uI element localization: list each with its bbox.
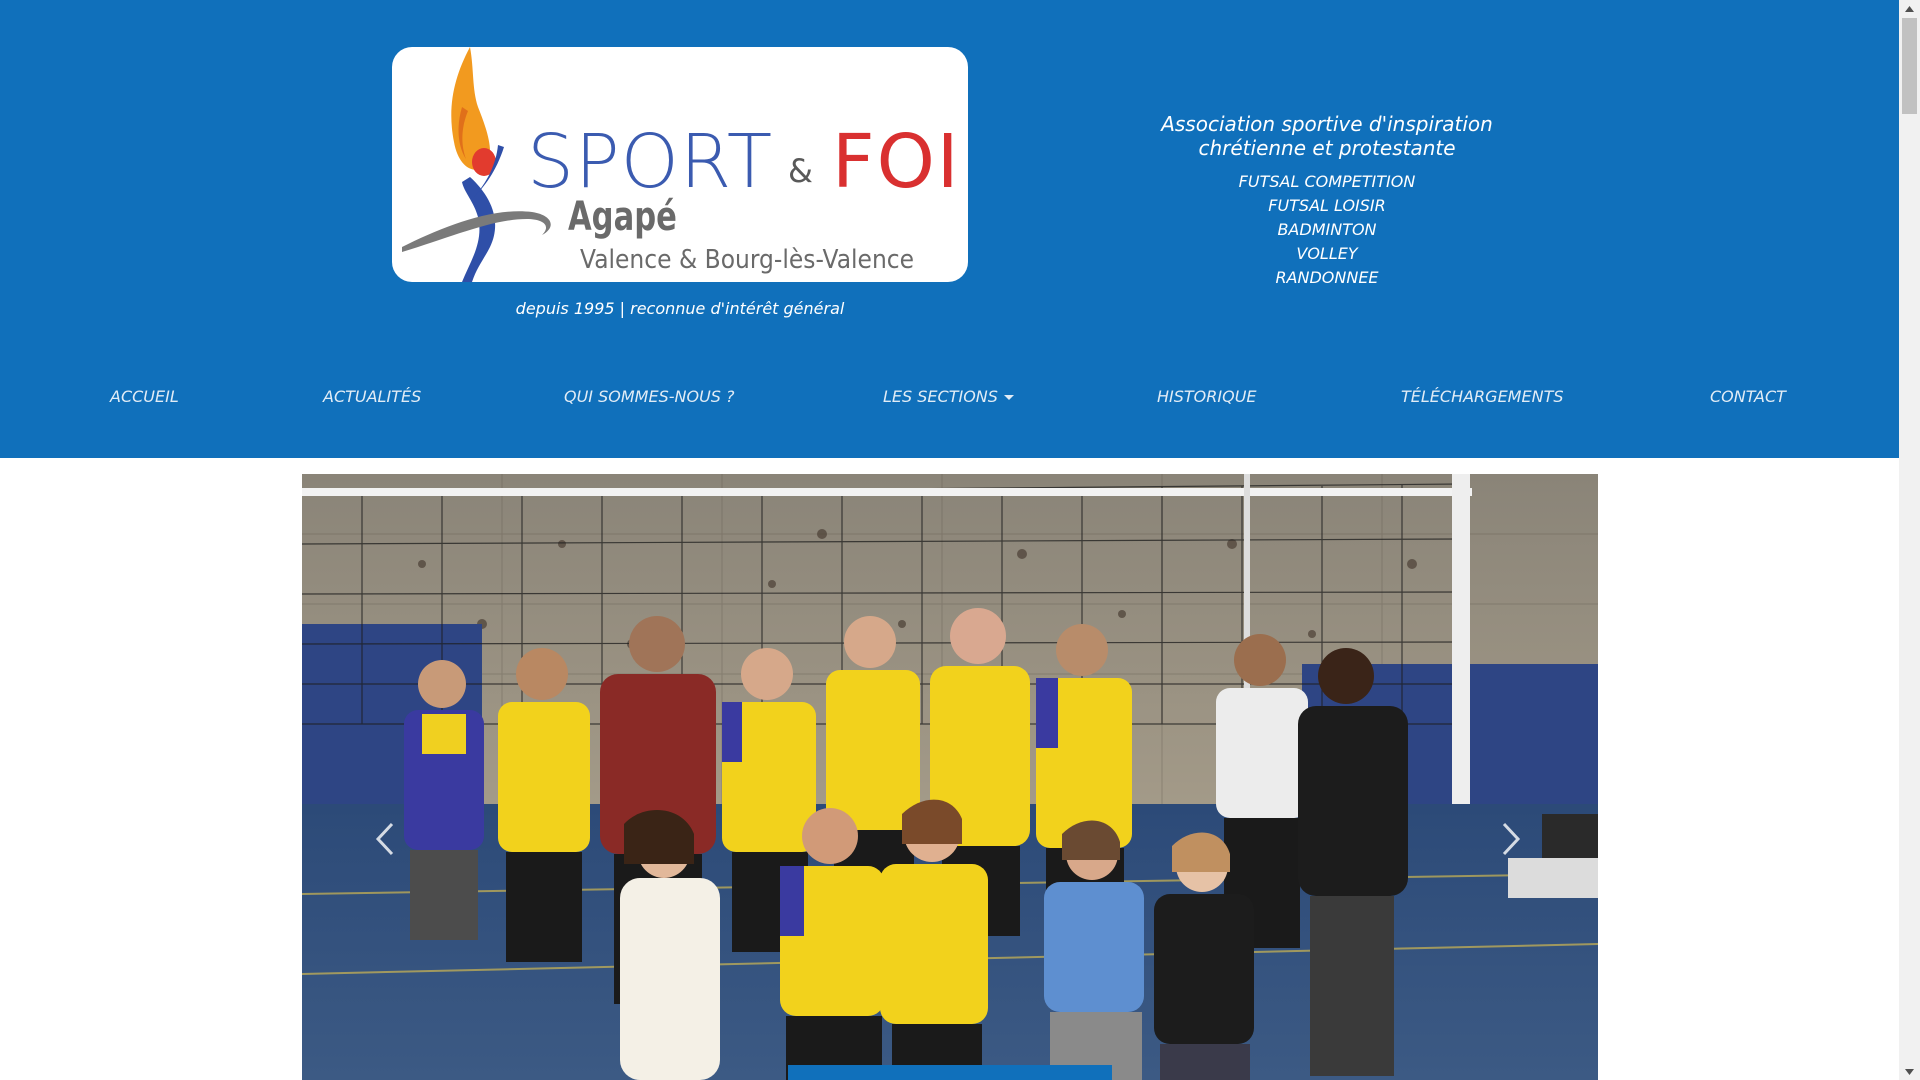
scroll-up-arrow-icon: [1905, 5, 1914, 12]
logo-text-amp: &: [788, 152, 813, 190]
section-list-item: RANDONNEE: [1275, 268, 1379, 287]
nav-item-qui-sommes-nous[interactable]: QUI SOMMES-NOUS ?: [564, 387, 735, 406]
site-tagline: depuis 1995 | reconnue d'intérêt général: [515, 299, 845, 318]
chevron-left-icon: [375, 822, 394, 856]
scroll-thumb[interactable]: [1902, 18, 1917, 114]
main-nav: ACCUEIL ACTUALITÉS QUI SOMMES-NOUS ? LES…: [0, 375, 1899, 421]
scroll-down-button[interactable]: [1899, 1063, 1920, 1080]
association-info: Association sportive d'inspiration chrét…: [1100, 112, 1554, 290]
carousel-caption-bar[interactable]: [788, 1065, 1112, 1080]
team-photo: [302, 474, 1598, 1080]
association-title-line1: Association sportive d'inspiration: [1161, 112, 1493, 136]
logo-text-agape: Agapé: [568, 194, 677, 240]
chevron-right-icon: [1502, 822, 1521, 856]
logo-text-foi: FOI: [832, 119, 961, 205]
logo-text-sport: SPORT: [527, 119, 774, 205]
carousel-next-button[interactable]: [1496, 814, 1526, 864]
nav-item-telechargements[interactable]: TÉLÉCHARGEMENTS: [1401, 387, 1564, 406]
photo-carousel[interactable]: [302, 474, 1598, 1080]
association-title-line2: chrétienne et protestante: [1198, 136, 1456, 160]
scroll-up-button[interactable]: [1899, 0, 1920, 17]
scroll-down-arrow-icon: [1905, 1068, 1914, 1075]
caret-down-icon: [1003, 395, 1014, 400]
nav-item-historique[interactable]: HISTORIQUE: [1157, 387, 1257, 406]
page: SPORT & FOI Agapé Valence & Bourg-lès-Va…: [0, 0, 1920, 1080]
section-list-item: FUTSAL LOISIR: [1268, 196, 1386, 215]
section-list-item: BADMINTON: [1277, 220, 1377, 239]
vertical-scrollbar[interactable]: [1899, 0, 1920, 1080]
section-list: FUTSAL COMPETITION FUTSAL LOISIR BADMINT…: [1100, 170, 1554, 290]
nav-item-label: LES SECTIONS: [883, 387, 998, 406]
site-logo[interactable]: SPORT & FOI Agapé Valence & Bourg-lès-Va…: [392, 47, 968, 282]
nav-item-actualites[interactable]: ACTUALITÉS: [323, 387, 421, 406]
carousel-prev-button[interactable]: [370, 814, 400, 864]
logo-text-city: Valence & Bourg-lès-Valence: [580, 245, 915, 275]
nav-item-accueil[interactable]: ACCUEIL: [110, 387, 179, 406]
site-header: SPORT & FOI Agapé Valence & Bourg-lès-Va…: [0, 0, 1899, 458]
nav-item-les-sections[interactable]: LES SECTIONS: [883, 387, 1014, 406]
section-list-item: VOLLEY: [1296, 244, 1358, 263]
section-list-item: FUTSAL COMPETITION: [1238, 172, 1416, 191]
nav-item-contact[interactable]: CONTACT: [1710, 387, 1786, 406]
